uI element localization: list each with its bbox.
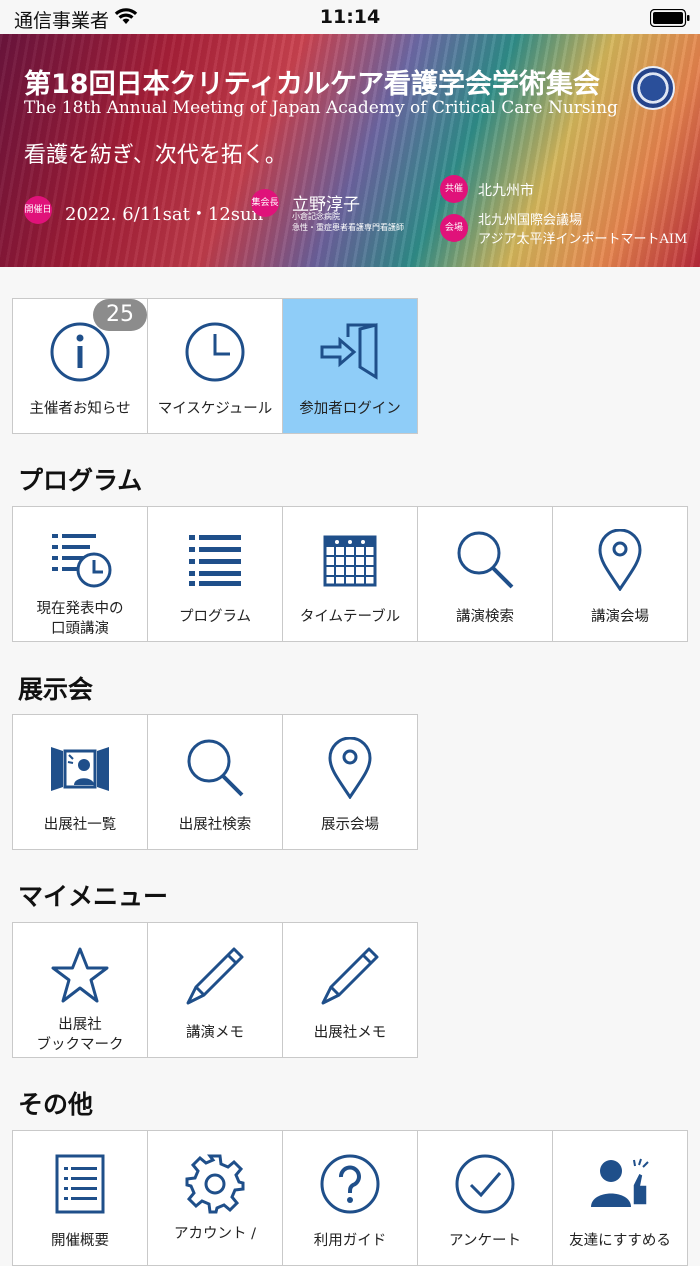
map-pin-icon (553, 525, 687, 595)
search-icon (418, 525, 552, 595)
banner-date: 2022. 6/11sat・12sun (65, 204, 264, 225)
talk-memo-button[interactable]: 講演メモ (147, 922, 283, 1058)
document-icon (13, 1149, 147, 1219)
tile-label: 出展社 ブックマーク (13, 1015, 147, 1055)
battery-icon (650, 9, 690, 27)
gear-icon (148, 1149, 282, 1219)
tile-label: 主催者お知らせ (29, 401, 131, 417)
event-banner: 第18回日本クリティカルケア看護学会学術集会 The 18th Annual M… (0, 34, 700, 267)
tile-label: アンケート (449, 1233, 521, 1249)
user-guide-button[interactable]: 利用ガイド (282, 1130, 418, 1266)
survey-button[interactable]: アンケート (417, 1130, 553, 1266)
academy-seal-icon (631, 66, 675, 110)
event-overview-button[interactable]: 開催概要 (12, 1130, 148, 1266)
tile-label: 利用ガイド (313, 1233, 387, 1249)
tile-label: 出展社検索 (178, 817, 252, 833)
tile-label: アカウント / (174, 1226, 256, 1242)
tile-label: 講演検索 (456, 609, 514, 625)
tile-label-line1: 現在発表中の (36, 601, 124, 617)
clock: 11:14 (319, 6, 381, 28)
status-bar: 通信事業者 11:14 (0, 0, 700, 34)
banner-title: 第18回日本クリティカルケア看護学会学術集会 (24, 69, 600, 100)
program-button[interactable]: プログラム (147, 506, 283, 642)
list-icon (148, 525, 282, 595)
tile-label-line2: ブックマーク (36, 1037, 124, 1053)
tile-label: 現在発表中の 口頭講演 (13, 599, 147, 639)
venue-name: 北九州国際会議場 (478, 213, 583, 228)
host-tag: 共催 (440, 175, 468, 203)
exhibitor-list-button[interactable]: 出展社一覧 (12, 714, 148, 850)
exhibition-grid: 出展社一覧 出展社検索 展示会場 (12, 714, 418, 850)
tile-label: 出展社一覧 (43, 817, 117, 833)
tile-label-line2: 口頭講演 (51, 621, 109, 637)
login-icon (283, 317, 417, 387)
section-heading-exhibition: 展示会 (18, 675, 94, 704)
banner-subtitle: The 18th Annual Meeting of Japan Academy… (24, 98, 618, 118)
other-grid: 開催概要 アカウント / 利用ガイド アンケート 友達にすすめる (12, 1130, 688, 1266)
my-schedule-button[interactable]: マイスケジュール (147, 298, 283, 434)
section-heading-other: その他 (18, 1090, 94, 1119)
exhibitor-memo-button[interactable]: 出展社メモ (282, 922, 418, 1058)
pencil-icon (148, 941, 282, 1011)
check-circle-icon (418, 1149, 552, 1219)
pencil-icon (283, 941, 417, 1011)
question-icon (283, 1149, 417, 1219)
tile-label: タイムテーブル (299, 609, 401, 625)
recommend-button[interactable]: 友達にすすめる (552, 1130, 688, 1266)
top-menu-grid: 25 主催者お知らせ マイスケジュール 参加者ログイン (12, 298, 418, 434)
venue-name-2: アジア太平洋インポートマートAIM (478, 232, 688, 247)
account-button[interactable]: アカウント / (147, 1130, 283, 1266)
map-pin-icon (283, 733, 417, 803)
calendar-icon (283, 525, 417, 595)
banner-catchphrase: 看護を紡ぎ、次代を拓く。 (24, 143, 287, 168)
tile-label: 開催概要 (51, 1233, 109, 1249)
notice-count-badge: 25 (93, 299, 147, 331)
current-talks-button[interactable]: 現在発表中の 口頭講演 (12, 506, 148, 642)
timetable-button[interactable]: タイムテーブル (282, 506, 418, 642)
program-grid: 現在発表中の 口頭講演 プログラム タイムテーブル 講演検索 講演会場 (12, 506, 688, 642)
tile-label: プログラム (178, 609, 252, 625)
exhibition-venue-button[interactable]: 展示会場 (282, 714, 418, 850)
host-name: 北九州市 (478, 183, 534, 199)
tile-label: マイスケジュール (157, 401, 273, 417)
list-clock-icon (13, 525, 147, 595)
mymenu-grid: 出展社 ブックマーク 講演メモ 出展社メモ (12, 922, 418, 1058)
recommend-user-icon (553, 1149, 687, 1219)
participant-login-button[interactable]: 参加者ログイン (282, 298, 418, 434)
exhibitor-bookmark-button[interactable]: 出展社 ブックマーク (12, 922, 148, 1058)
venue-tag: 会場 (440, 214, 468, 242)
exhibitor-booth-icon (13, 733, 147, 803)
date-tag: 開催日 (24, 196, 52, 224)
search-icon (148, 733, 282, 803)
organizer-notice-button[interactable]: 25 主催者お知らせ (12, 298, 148, 434)
chair-tag: 集会長 (251, 189, 279, 217)
talk-search-button[interactable]: 講演検索 (417, 506, 553, 642)
section-heading-mymenu: マイメニュー (18, 882, 169, 911)
tile-label: 展示会場 (321, 817, 379, 833)
clock-icon (148, 317, 282, 387)
star-icon (13, 941, 147, 1011)
chair-affiliation: 小倉記念病院 (292, 212, 340, 221)
tile-label: 出展社メモ (313, 1025, 387, 1041)
tile-label: 講演会場 (591, 609, 649, 625)
exhibitor-search-button[interactable]: 出展社検索 (147, 714, 283, 850)
section-heading-program: プログラム (18, 466, 143, 495)
tile-label-line1: 出展社 (58, 1017, 102, 1033)
chair-title: 急性・重症患者看護専門看護師 (292, 223, 404, 232)
tile-label: 参加者ログイン (299, 401, 401, 417)
talk-venue-button[interactable]: 講演会場 (552, 506, 688, 642)
tile-label: 講演メモ (186, 1025, 244, 1041)
tile-label: 友達にすすめる (569, 1233, 671, 1249)
